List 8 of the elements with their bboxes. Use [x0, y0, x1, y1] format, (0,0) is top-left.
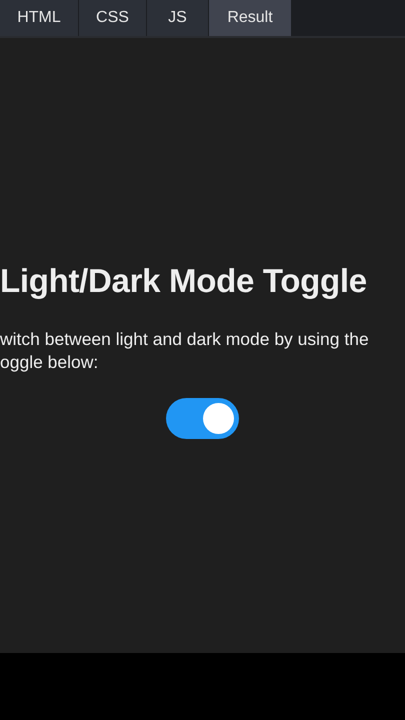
tab[interactable]: Result [209, 0, 292, 36]
toggle-switch[interactable] [166, 398, 239, 439]
description-text: witch between light and dark mode by using the [0, 328, 369, 351]
tab[interactable]: CSS [79, 0, 147, 36]
tab[interactable]: JS [147, 0, 209, 36]
description-text: oggle below: [0, 351, 98, 374]
tab[interactable]: HTML [0, 0, 79, 36]
page-heading: Light/Dark Mode Toggle [0, 262, 368, 300]
